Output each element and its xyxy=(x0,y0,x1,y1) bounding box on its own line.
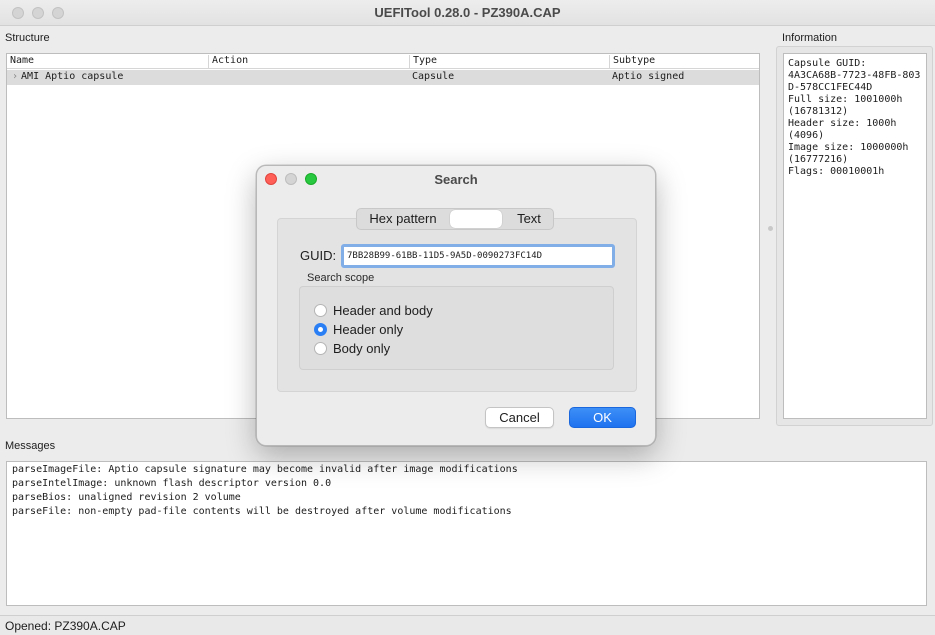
info-line: Header size: 1000h xyxy=(788,118,897,129)
guid-input[interactable] xyxy=(341,244,615,268)
info-line: D-578CC1FEC44D xyxy=(788,82,873,93)
radio-label[interactable]: Header and body xyxy=(333,303,433,318)
info-line: Image size: 1000000h xyxy=(788,142,909,153)
message-item[interactable]: parseBios: unaligned revision 2 volume xyxy=(12,491,921,505)
information-label: Information xyxy=(782,32,838,44)
search-tabs: Hex pattern Text xyxy=(356,208,554,230)
cancel-button[interactable]: Cancel xyxy=(485,407,554,428)
search-scope-label: Search scope xyxy=(307,272,375,284)
radio-body-only[interactable]: Body only xyxy=(314,339,390,357)
ok-button[interactable]: OK xyxy=(569,407,636,428)
tab-text[interactable]: Text xyxy=(503,209,555,229)
search-scope-group: Header and body Header only Body only xyxy=(299,286,614,370)
status-text: Opened: PZ390A.CAP xyxy=(5,619,126,633)
tab-hex-pattern[interactable]: Hex pattern xyxy=(357,209,449,229)
column-header-name[interactable]: Name xyxy=(7,55,208,69)
info-line: 4A3CA68B-7723-48FB-803 xyxy=(788,70,921,81)
information-text[interactable]: Capsule GUID: 4A3CA68B-7723-48FB-803 D-5… xyxy=(783,53,927,419)
column-header-action[interactable]: Action xyxy=(208,55,409,69)
status-bar: Opened: PZ390A.CAP xyxy=(0,615,935,635)
radio-header-only[interactable]: Header only xyxy=(314,320,403,338)
radio-header-and-body[interactable]: Header and body xyxy=(314,301,433,319)
column-header-type[interactable]: Type xyxy=(409,55,609,69)
dialog-titlebar: Search xyxy=(257,166,655,194)
radio-label[interactable]: Body only xyxy=(333,341,390,356)
message-item[interactable]: parseIntelImage: unknown flash descripto… xyxy=(12,477,921,491)
search-dialog: Search Hex pattern Text GUID: Search sco… xyxy=(256,165,656,446)
radio-label[interactable]: Header only xyxy=(333,322,403,337)
chevron-right-icon[interactable]: › xyxy=(12,71,18,82)
tab-guid[interactable] xyxy=(450,210,502,228)
messages-list[interactable]: parseImageFile: Aptio capsule signature … xyxy=(6,461,927,606)
message-item[interactable]: parseImageFile: Aptio capsule signature … xyxy=(12,463,921,477)
guid-label: GUID: xyxy=(300,248,337,263)
messages-label: Messages xyxy=(5,440,56,452)
message-item[interactable]: parseFile: non-empty pad-file contents w… xyxy=(12,505,921,519)
info-line: (4096) xyxy=(788,130,825,141)
radio-button-icon[interactable] xyxy=(314,341,327,355)
column-header-subtype[interactable]: Subtype xyxy=(609,55,761,69)
splitter-handle[interactable] xyxy=(768,226,773,231)
window-title: UEFITool 0.28.0 - PZ390A.CAP xyxy=(374,5,561,20)
row-type: Capsule xyxy=(412,71,455,82)
info-line: Capsule GUID: xyxy=(788,58,867,69)
info-line: (16781312) xyxy=(788,106,849,117)
window-titlebar: UEFITool 0.28.0 - PZ390A.CAP xyxy=(0,0,935,26)
tree-row[interactable]: › AMI Aptio capsule Capsule Aptio signed xyxy=(7,70,759,85)
row-name: AMI Aptio capsule xyxy=(21,71,124,82)
info-line: Full size: 1001000h xyxy=(788,94,903,105)
radio-button-selected-icon[interactable] xyxy=(314,322,327,336)
info-line: (16777216) xyxy=(788,154,849,165)
info-line: Flags: 00010001h xyxy=(788,166,885,177)
radio-button-icon[interactable] xyxy=(314,303,327,317)
row-subtype: Aptio signed xyxy=(612,71,685,82)
dialog-title: Search xyxy=(434,172,478,187)
tree-header: Name Action Type Subtype xyxy=(7,54,759,69)
structure-label: Structure xyxy=(5,32,50,44)
